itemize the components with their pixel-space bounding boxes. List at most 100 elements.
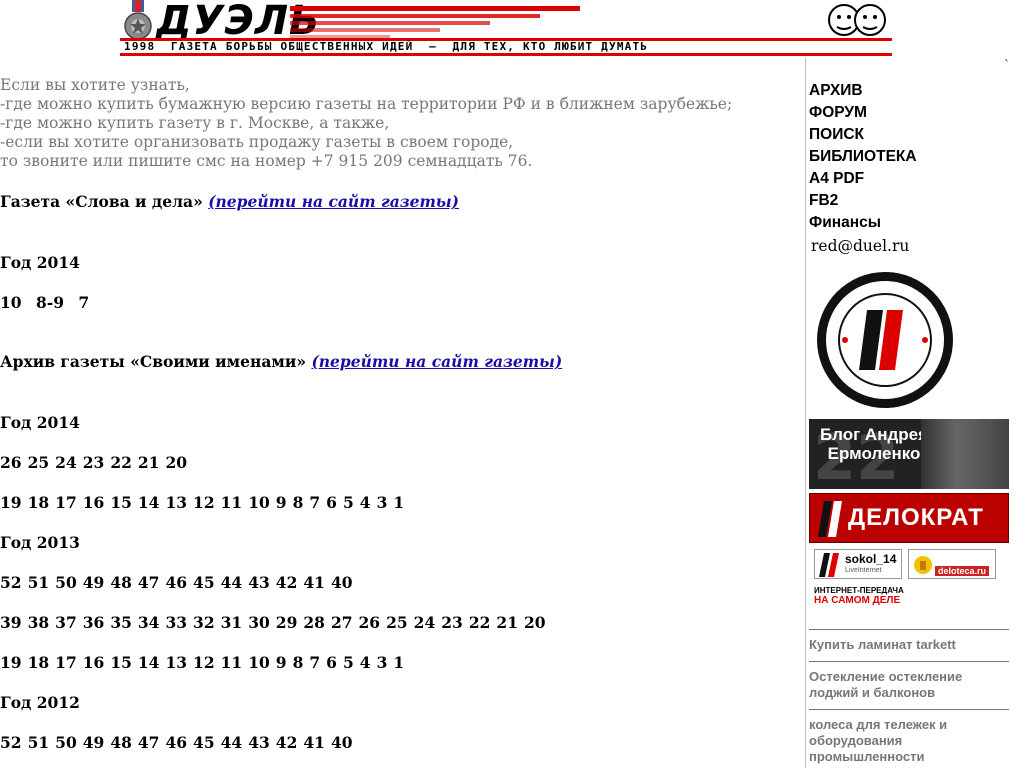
issue-link[interactable]: 49: [83, 733, 105, 752]
issue-link[interactable]: 23: [83, 453, 105, 472]
nav-forum[interactable]: ФОРУМ: [809, 102, 1019, 124]
issue-link[interactable]: 44: [221, 573, 243, 592]
issue-link[interactable]: 23: [441, 613, 463, 632]
issue-link[interactable]: 22: [110, 453, 132, 472]
issue-link[interactable]: 32: [193, 613, 215, 632]
issue-link[interactable]: 26: [0, 453, 22, 472]
issue-link[interactable]: 48: [110, 733, 132, 752]
issue-link[interactable]: 4: [360, 493, 371, 512]
issue-link[interactable]: 44: [221, 733, 243, 752]
nav-search[interactable]: ПОИСК: [809, 124, 1019, 146]
issue-link[interactable]: 52: [0, 573, 22, 592]
issue-link[interactable]: 25: [386, 613, 408, 632]
svoimi-site-link[interactable]: (перейти на сайт газеты): [311, 352, 562, 371]
nav-fb2[interactable]: FB2: [809, 190, 1019, 212]
issue-link[interactable]: 18: [28, 493, 50, 512]
issue-link[interactable]: 42: [276, 573, 298, 592]
slova-site-link[interactable]: (перейти на сайт газеты): [208, 192, 459, 211]
issue-link[interactable]: 13: [165, 493, 187, 512]
issue-link[interactable]: 46: [165, 573, 187, 592]
issue-link[interactable]: 3: [377, 493, 388, 512]
issue-link[interactable]: 14: [138, 493, 160, 512]
sokol-banner[interactable]: sokol_14 LiveInternet: [814, 549, 902, 579]
header-banner[interactable]: ДУЭЛЬ 1998 ГАЗЕТА БОРЬБЫ ОБЩЕСТВЕННЫХ ИД…: [120, 0, 892, 58]
nav-archive[interactable]: АРХИВ: [809, 80, 1019, 102]
issue-link[interactable]: 51: [28, 573, 50, 592]
ad-link[interactable]: Остекление остекление лоджий и балконов: [809, 661, 1009, 709]
issue-link[interactable]: 47: [138, 573, 160, 592]
issue-link[interactable]: 19: [0, 493, 22, 512]
issue-link[interactable]: 47: [138, 733, 160, 752]
issue-link[interactable]: 9: [276, 653, 287, 672]
issue-link[interactable]: 1: [393, 493, 404, 512]
issue-link[interactable]: 46: [165, 733, 187, 752]
issue-link[interactable]: 5: [343, 493, 354, 512]
issue-link[interactable]: 35: [110, 613, 132, 632]
nav-finance[interactable]: Финансы: [809, 212, 1019, 234]
issue-link[interactable]: 10: [0, 293, 22, 312]
issue-link[interactable]: 17: [55, 653, 77, 672]
issue-link[interactable]: 5: [343, 653, 354, 672]
issue-link[interactable]: 33: [165, 613, 187, 632]
issue-link[interactable]: 27: [331, 613, 353, 632]
issue-link[interactable]: 3: [377, 653, 388, 672]
issue-link[interactable]: 45: [193, 573, 215, 592]
issue-link[interactable]: 51: [28, 733, 50, 752]
issue-link[interactable]: 26: [359, 613, 381, 632]
issue-link[interactable]: 45: [193, 733, 215, 752]
issue-link[interactable]: 15: [110, 653, 132, 672]
issue-link[interactable]: 16: [83, 653, 105, 672]
issue-link[interactable]: 40: [331, 733, 353, 752]
issue-link[interactable]: 11: [221, 653, 243, 672]
issue-link[interactable]: 12: [193, 653, 215, 672]
nav-library[interactable]: БИБЛИОТЕКА: [809, 146, 1019, 168]
issue-link[interactable]: 7: [309, 493, 320, 512]
ad-link[interactable]: колеса для тележек и оборудования промыш…: [809, 709, 1009, 773]
issue-link[interactable]: 15: [110, 493, 132, 512]
issue-link[interactable]: 50: [55, 573, 77, 592]
issue-link[interactable]: 48: [110, 573, 132, 592]
issue-link[interactable]: 16: [83, 493, 105, 512]
email-address[interactable]: red@duel.ru: [811, 234, 1019, 258]
internet-broadcast-banner[interactable]: ИНТЕРНЕТ-ПЕРЕДАЧА НА САМОМ ДЕЛЕ: [814, 586, 914, 612]
issue-link[interactable]: 34: [138, 613, 160, 632]
issue-link[interactable]: 21: [496, 613, 518, 632]
issue-link[interactable]: 39: [0, 613, 22, 632]
issue-link[interactable]: 31: [221, 613, 243, 632]
issue-link[interactable]: 24: [414, 613, 436, 632]
issue-link[interactable]: 4: [360, 653, 371, 672]
issue-link[interactable]: 17: [55, 493, 77, 512]
issue-link[interactable]: 36: [83, 613, 105, 632]
issue-link[interactable]: 20: [165, 453, 187, 472]
issue-link[interactable]: 13: [165, 653, 187, 672]
issue-link[interactable]: 12: [193, 493, 215, 512]
issue-link[interactable]: 8: [293, 653, 304, 672]
issue-link[interactable]: 43: [248, 733, 270, 752]
issue-link[interactable]: 29: [276, 613, 298, 632]
issue-link[interactable]: 7: [78, 293, 89, 312]
issue-link[interactable]: 52: [0, 733, 22, 752]
issue-link[interactable]: 21: [138, 453, 160, 472]
issue-link[interactable]: 50: [55, 733, 77, 752]
issue-link[interactable]: 8-9: [36, 293, 64, 312]
issue-link[interactable]: 8: [293, 493, 304, 512]
issue-link[interactable]: 1: [393, 653, 404, 672]
deloteca-banner[interactable]: deloteca.ru: [908, 549, 996, 579]
delokrat-banner[interactable]: ДЕЛОКРАТ: [809, 493, 1009, 543]
issue-link[interactable]: 43: [248, 573, 270, 592]
issue-link[interactable]: 41: [303, 573, 325, 592]
issue-link[interactable]: 38: [28, 613, 50, 632]
issue-link[interactable]: 41: [303, 733, 325, 752]
issue-link[interactable]: 20: [524, 613, 546, 632]
ad-link[interactable]: Купить ламинат tarkett: [809, 629, 1009, 661]
issue-link[interactable]: 11: [221, 493, 243, 512]
issue-link[interactable]: 49: [83, 573, 105, 592]
nav-a4-pdf[interactable]: A4 PDF: [809, 168, 1019, 190]
blog-banner[interactable]: 22 Блог Андрея Ермоленко: [809, 419, 1009, 489]
issue-link[interactable]: 14: [138, 653, 160, 672]
issue-link[interactable]: 30: [248, 613, 270, 632]
issue-link[interactable]: 40: [331, 573, 353, 592]
issue-link[interactable]: 18: [28, 653, 50, 672]
issue-link[interactable]: 37: [55, 613, 77, 632]
initiative-group-badge[interactable]: ИНИЦИАТИВНАЯ ГРУППА ЗА ОТВЕТСТВЕННУЮ ВЛА…: [815, 270, 955, 410]
